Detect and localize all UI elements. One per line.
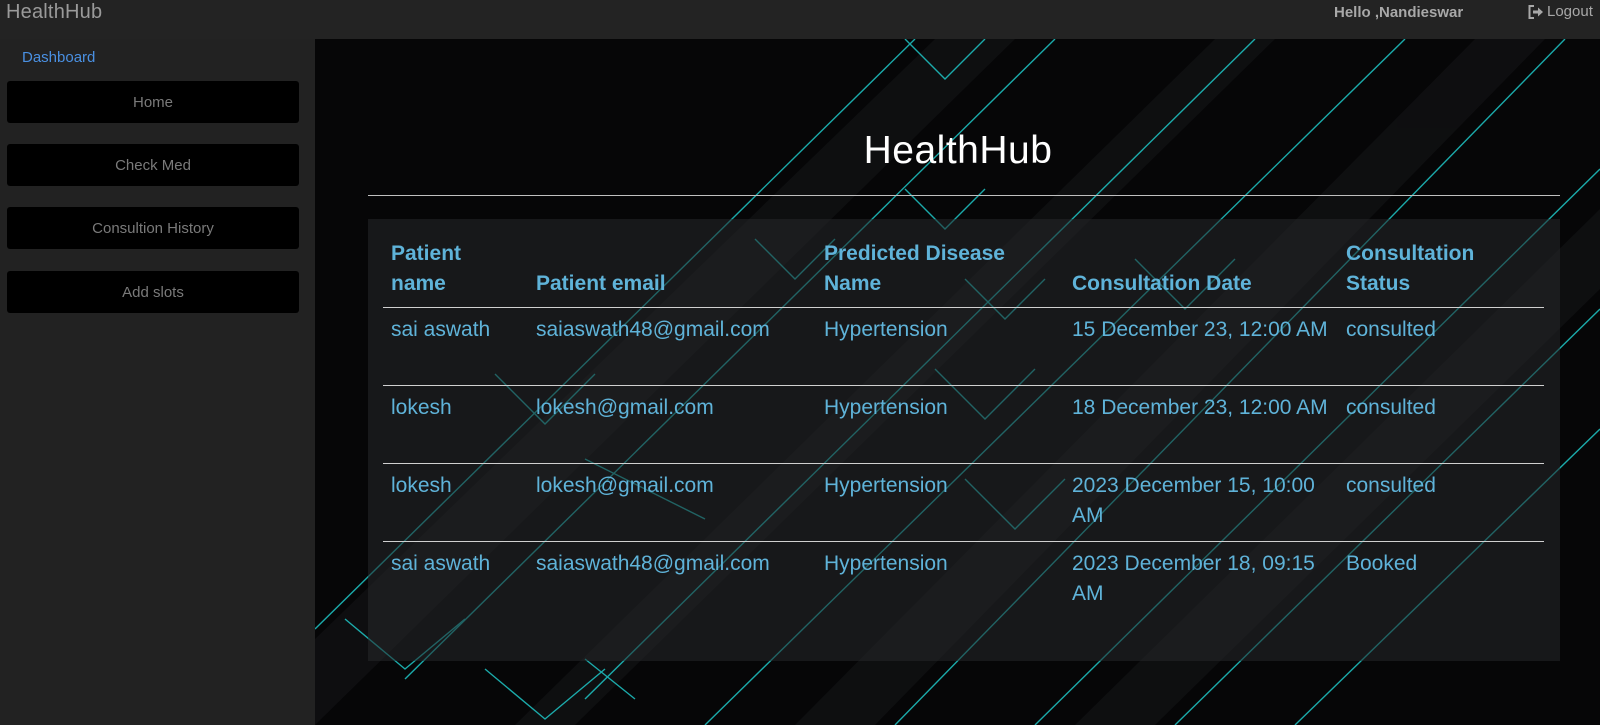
logout-label: Logout (1547, 3, 1593, 20)
table-row: lokesh lokesh@gmail.com Hypertension 202… (383, 463, 1544, 542)
patient-name-cell: sai aswath (391, 552, 491, 575)
disease-cell: Hypertension (816, 307, 1064, 386)
patient-email-cell: saiaswath48@gmail.com (528, 307, 816, 386)
table-header-row: Patient name Patient email Predicted Dis… (383, 239, 1544, 308)
logout-button[interactable]: Logout (1528, 3, 1593, 20)
status-cell: consulted (1338, 385, 1544, 464)
title-divider (368, 195, 1560, 196)
column-header-consultation-status: Consultation Status (1338, 239, 1544, 308)
patient-name-cell: sai aswath (383, 307, 528, 386)
column-header-predicted-disease: Predicted Disease Name (816, 239, 1064, 308)
brand-logo[interactable]: HealthHub (6, 1, 102, 24)
disease-cell: Hypertension (824, 552, 948, 575)
patient-name-cell: lokesh (383, 463, 528, 542)
sidebar: Dashboard Home Check Med Consultion Hist… (0, 39, 315, 725)
date-cell: 2023 December 18, 09:15 AM (1072, 552, 1315, 605)
date-cell: 18 December 23, 12:00 AM (1064, 385, 1338, 464)
consultations-panel: Patient name Patient email Predicted Dis… (368, 219, 1560, 661)
dashboard-link[interactable]: Dashboard (22, 49, 95, 66)
status-cell: consulted (1338, 307, 1544, 386)
sidebar-item-check-med[interactable]: Check Med (7, 144, 299, 186)
column-header-patient-email: Patient email (528, 239, 816, 308)
sign-out-icon (1528, 4, 1544, 19)
date-cell: 2023 December 15, 10:00 AM (1064, 463, 1338, 542)
consultations-table: Patient name Patient email Predicted Dis… (383, 239, 1544, 620)
sidebar-item-add-slots[interactable]: Add slots (7, 271, 299, 313)
patient-email-cell: lokesh@gmail.com (528, 385, 816, 464)
top-navbar: HealthHub Hello ,Nandieswar Logout (0, 0, 1600, 39)
disease-cell: Hypertension (816, 385, 1064, 464)
patient-email-cell: saiaswath48@gmail.com (536, 552, 770, 575)
column-header-consultation-date: Consultation Date (1064, 239, 1338, 308)
date-cell: 15 December 23, 12:00 AM (1064, 307, 1338, 386)
disease-cell: Hypertension (816, 463, 1064, 542)
page-title: HealthHub (863, 129, 1053, 172)
sidebar-item-consultation-history[interactable]: Consultion History (7, 207, 299, 249)
table-row: sai aswath saiaswath48@gmail.com Hyperte… (383, 307, 1544, 386)
table-row: sai aswath saiaswath48@gmail.com Hyperte… (383, 542, 1544, 620)
patient-email-cell: lokesh@gmail.com (528, 463, 816, 542)
status-cell: Booked (1346, 552, 1418, 575)
column-header-patient-name: Patient name (383, 239, 528, 308)
table-row: lokesh lokesh@gmail.com Hypertension 18 … (383, 385, 1544, 464)
status-cell: consulted (1338, 463, 1544, 542)
user-greeting: Hello ,Nandieswar (1334, 4, 1464, 21)
main-content: HealthHub Patient name Patient email Pre… (315, 39, 1600, 725)
sidebar-item-home[interactable]: Home (7, 81, 299, 123)
patient-name-cell: lokesh (383, 385, 528, 464)
